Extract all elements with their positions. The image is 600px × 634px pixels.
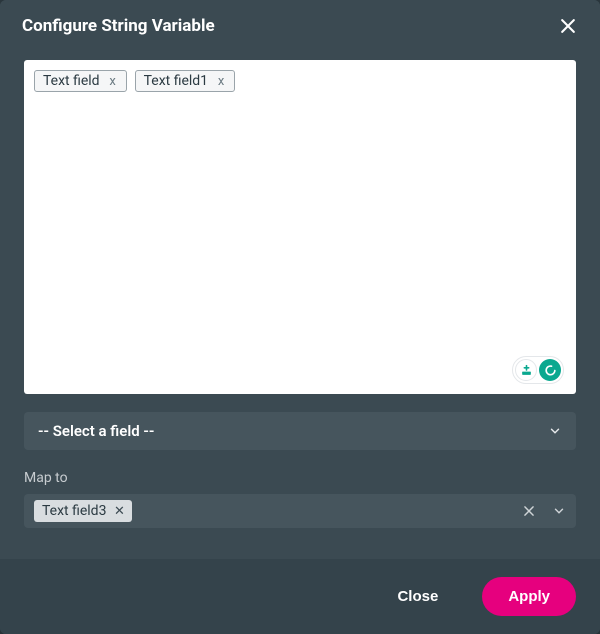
chip-remove-icon[interactable]: x [106,74,120,89]
close-button[interactable]: Close [371,577,464,616]
modal-body: Text field x Text field1 x [0,52,600,559]
editor-chip[interactable]: Text field x [34,70,127,92]
toggle-mode-icon[interactable] [539,359,561,381]
map-to-group: Map to Text field3 ✕ [24,468,576,528]
clear-icon[interactable] [522,504,536,518]
field-select-placeholder: -- Select a field -- [38,422,154,440]
chevron-down-icon[interactable] [552,504,566,518]
editor-toolbar [512,356,564,384]
expression-editor[interactable]: Text field x Text field1 x [24,60,576,394]
modal-footer: Close Apply [0,559,600,634]
editor-chips-row: Text field x Text field1 x [34,70,566,92]
modal-title: Configure String Variable [22,16,215,36]
map-to-chips: Text field3 ✕ [34,500,512,522]
apply-button[interactable]: Apply [482,577,576,616]
chip-label: Text field1 [144,73,208,89]
editor-chip[interactable]: Text field1 x [135,70,235,92]
chip-remove-icon[interactable]: ✕ [112,504,126,519]
chip-remove-icon[interactable]: x [214,74,228,89]
field-select[interactable]: -- Select a field -- [24,412,576,450]
map-to-label: Map to [24,470,576,486]
map-to-select[interactable]: Text field3 ✕ [24,494,576,528]
chip-label: Text field [43,73,100,89]
modal-header: Configure String Variable [0,0,600,52]
configure-string-variable-modal: Configure String Variable Text field x T… [0,0,600,634]
insert-field-icon[interactable] [515,359,537,381]
map-to-chip[interactable]: Text field3 ✕ [34,500,132,522]
chevron-down-icon [548,424,562,438]
close-icon[interactable] [556,14,580,38]
map-to-chip-label: Text field3 [42,503,106,519]
map-to-controls [522,504,566,518]
